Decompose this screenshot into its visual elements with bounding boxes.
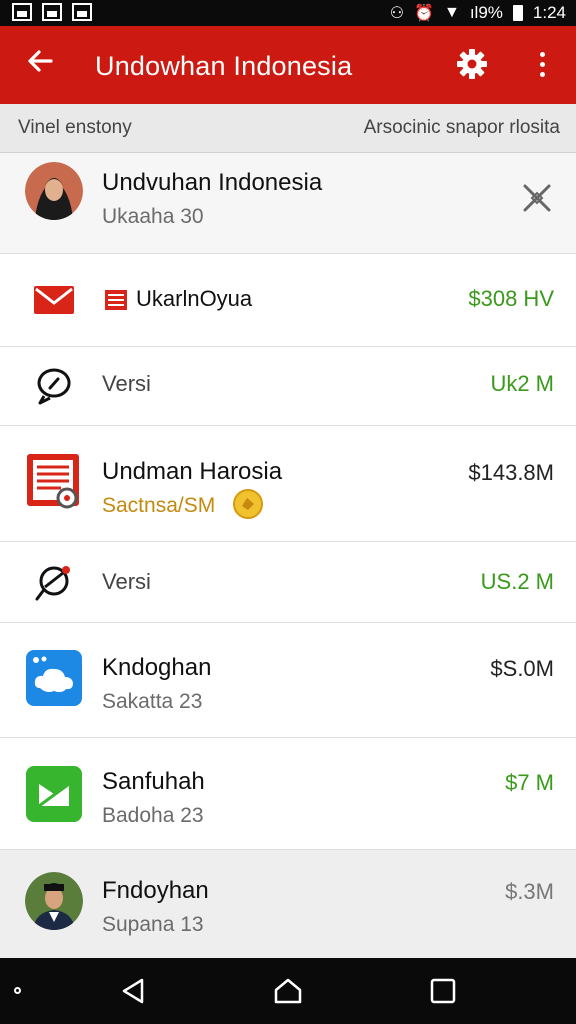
notification-image-icon [12, 3, 32, 21]
item-title: Kndoghan [102, 654, 212, 681]
notification-image-icon [72, 3, 92, 21]
user-avatar [25, 162, 83, 220]
item-subtitle: Supana 13 [102, 913, 204, 936]
column-header: Vinel enstony Arsocinic snapor rlosita [0, 104, 576, 153]
more-vert-icon[interactable] [528, 46, 556, 82]
item-amount: $143.8M [468, 460, 554, 485]
item-title: Undvuhan Indonesia [102, 169, 323, 196]
cloud-app-icon [25, 649, 83, 707]
chat-alert-icon [25, 357, 83, 415]
column-header-right: Arsocinic snapor rlosita [363, 117, 560, 138]
item-title: Versi [102, 371, 151, 396]
clock: 1:24 [532, 3, 566, 22]
user-avatar [25, 872, 83, 930]
list-item[interactable]: UkarlnOyua $308 HV [0, 254, 576, 347]
notification-image-icon [42, 3, 62, 21]
bookmark-icon [104, 289, 128, 311]
item-subtitle: Sakatta 23 [102, 690, 203, 713]
mail-icon [25, 271, 83, 329]
column-header-left: Vinel enstony [18, 117, 132, 138]
item-subtitle: Ukaaha 30 [102, 205, 204, 228]
gear-icon[interactable] [454, 46, 490, 82]
close-icon[interactable] [520, 181, 554, 215]
wifi-icon: ▼ [443, 4, 460, 21]
list-item[interactable]: Undman Harosia Sactnsa/SM $143.8M [0, 426, 576, 542]
signal-battery-text: ıl9% [469, 3, 503, 22]
gold-coin-icon [232, 488, 264, 520]
item-amount: Uk2 M [490, 371, 554, 396]
page-title: Undowhan Indonesia [95, 51, 353, 81]
status-bar: ⚇ ⏰ ▼ ıl9% 1:24 [0, 0, 576, 26]
home-icon[interactable] [273, 976, 303, 1006]
item-title: UkarlnOyua [136, 286, 253, 311]
back-triangle-icon[interactable] [118, 976, 148, 1006]
nav-indicator-icon [14, 987, 21, 994]
item-subtitle: Sactnsa/SM [102, 494, 216, 517]
item-subtitle: Badoha 23 [102, 804, 204, 827]
item-amount: US.2 M [480, 569, 554, 594]
list-item[interactable]: Sanfuhah Badoha 23 $7 M [0, 738, 576, 850]
item-amount: $.3M [505, 879, 554, 904]
app-bar: Undowhan Indonesia [0, 26, 576, 104]
green-app-icon [25, 765, 83, 823]
item-title: Versi [102, 569, 151, 594]
alarm-icon: ⏰ [414, 5, 434, 22]
item-amount: $S.0M [490, 656, 554, 681]
pin-icon [25, 553, 83, 611]
back-arrow-icon[interactable] [22, 46, 58, 85]
battery-icon [512, 5, 523, 21]
transaction-list: Undvuhan Indonesia Ukaaha 30 UkarlnOyua … [0, 153, 576, 961]
document-icon [25, 451, 83, 509]
item-title: Sanfuhah [102, 768, 205, 795]
item-amount: $7 M [505, 770, 554, 795]
item-title: Undman Harosia [102, 458, 283, 485]
vibrate-icon: ⚇ [389, 5, 405, 22]
item-amount: $308 HV [468, 286, 554, 311]
list-item[interactable]: Versi US.2 M [0, 542, 576, 623]
item-title: Fndoyhan [102, 877, 209, 904]
list-item[interactable]: Kndoghan Sakatta 23 $S.0M [0, 623, 576, 738]
list-item[interactable]: Fndoyhan Supana 13 $.3M [0, 850, 576, 961]
list-item[interactable]: Versi Uk2 M [0, 347, 576, 426]
recents-icon[interactable] [428, 976, 458, 1006]
list-item[interactable]: Undvuhan Indonesia Ukaaha 30 [0, 153, 576, 254]
system-nav-bar [0, 958, 576, 1024]
